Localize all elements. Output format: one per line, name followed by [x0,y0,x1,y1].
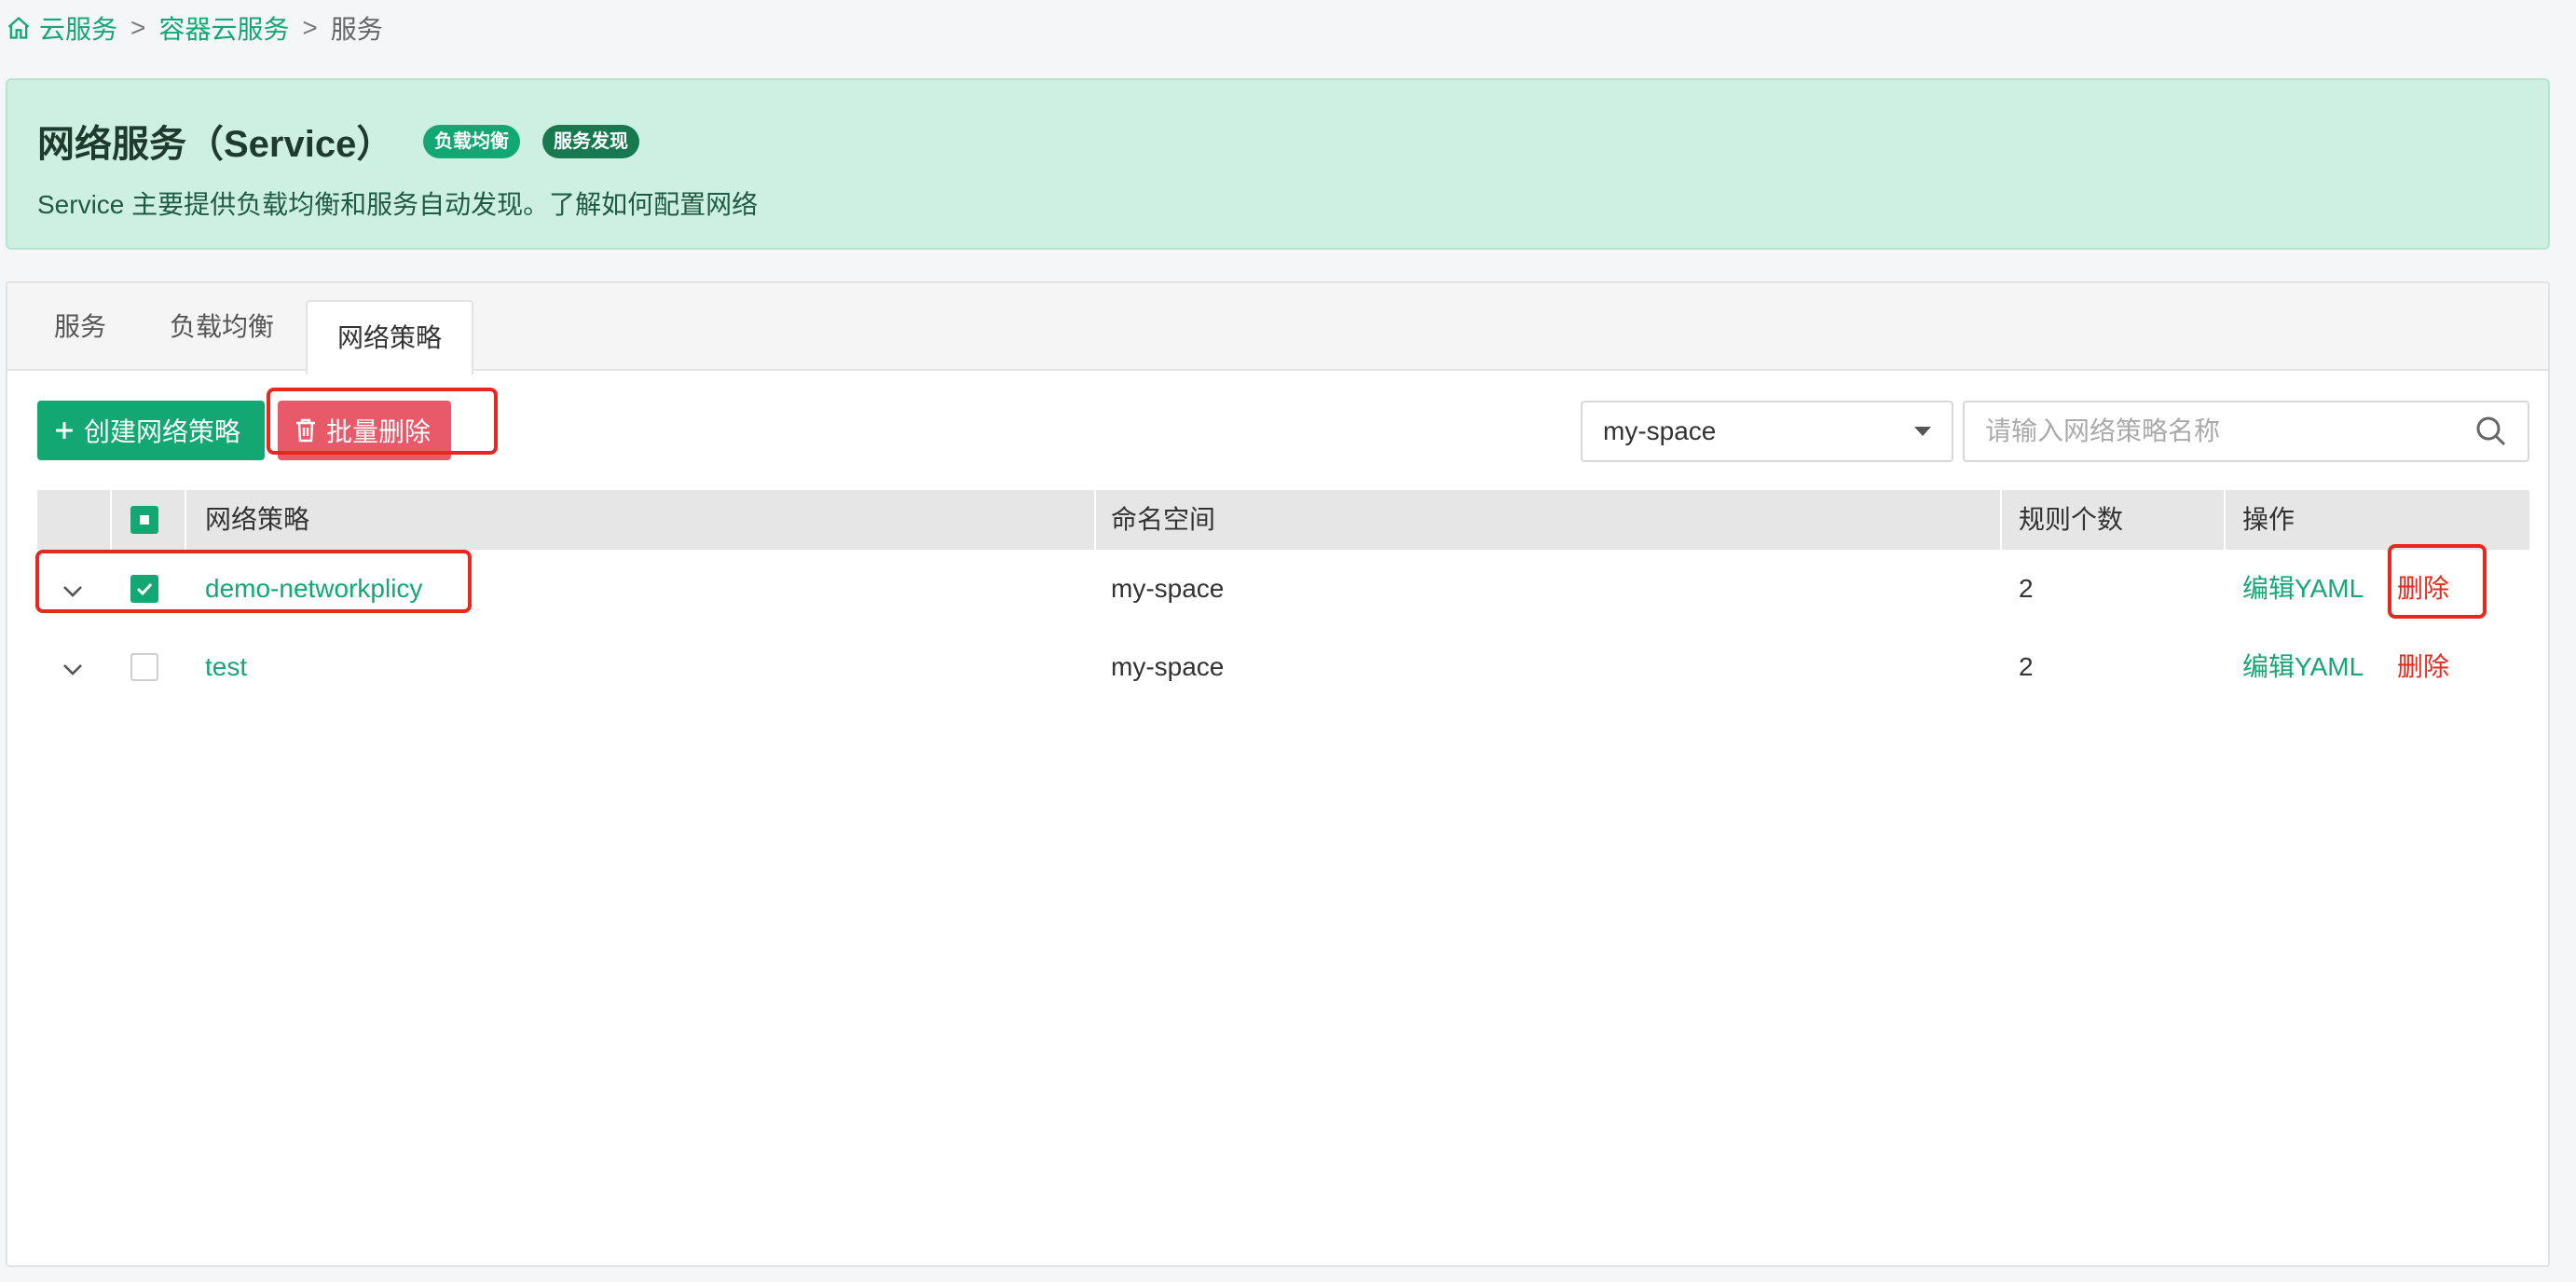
row-checkbox[interactable] [130,653,158,681]
delete-link[interactable]: 删除 [2397,628,2449,706]
policy-name-link[interactable]: test [205,628,247,706]
breadcrumb-separator: > [130,13,146,42]
delete-link[interactable]: 删除 [2397,550,2449,628]
batch-delete-label: 批量删除 [326,417,432,446]
table-row: test my-space 2 编辑YAML 删除 [37,628,2529,706]
breadcrumb-current: 服务 [330,15,383,44]
home-icon[interactable] [6,15,32,41]
column-divider [185,490,186,550]
column-divider [2000,490,2002,550]
page-title: 网络服务（Service） [37,124,394,165]
tab-network-policy[interactable]: 网络策略 [306,300,474,375]
rule-count-cell: 2 [2019,652,2034,681]
table-row: demo-networkplicy my-space 2 编辑YAML 删除 [37,550,2529,628]
header-network-policy: 网络策略 [205,505,310,534]
table-header: 网络策略 命名空间 规则个数 操作 [37,490,2529,550]
batch-delete-button[interactable]: 批量删除 [278,401,451,460]
chevron-down-icon[interactable] [62,580,84,602]
tab-bar: 服务 负载均衡 网络策略 [7,283,2548,375]
badge-service-discovery: 服务发现 [542,125,639,158]
breadcrumb: 云服务 > 容器云服务 > 服务 [6,7,383,48]
plus-icon [56,422,73,439]
namespace-select[interactable]: my-space [1581,401,1953,462]
check-icon [136,582,153,596]
create-network-policy-button[interactable]: 创建网络策略 [37,401,265,460]
banner-description: Service 主要提供负载均衡和服务自动发现。了解如何配置网络 [37,190,759,219]
chevron-down-icon[interactable] [62,658,84,680]
header-rule-count: 规则个数 [2019,505,2124,534]
tab-load-balance[interactable]: 负载均衡 [170,283,274,371]
caret-down-icon [1914,427,1931,436]
search-input[interactable] [1963,401,2529,462]
column-divider [1094,490,1096,550]
badge-load-balance: 负载均衡 [423,125,520,158]
breadcrumb-separator: > [302,13,318,42]
namespace-cell: my-space [1111,574,1225,603]
row-checkbox[interactable] [130,575,158,603]
header-operations: 操作 [2242,505,2295,534]
column-divider [2224,490,2226,550]
policy-name-link[interactable]: demo-networkplicy [205,550,422,628]
breadcrumb-cloud-service[interactable]: 云服务 [39,9,117,47]
breadcrumb-container-cloud[interactable]: 容器云服务 [158,9,289,47]
edit-yaml-link[interactable]: 编辑YAML [2242,628,2364,706]
namespace-cell: my-space [1111,652,1225,681]
select-all-checkbox[interactable] [130,506,158,534]
search-icon[interactable] [2475,416,2507,447]
info-banner: 网络服务（Service） 负载均衡 服务发现 Service 主要提供负载均衡… [6,78,2550,250]
column-divider [110,490,112,550]
trash-icon [296,418,315,443]
header-namespace: 命名空间 [1111,505,1216,534]
create-button-label: 创建网络策略 [84,417,241,446]
tab-service[interactable]: 服务 [54,283,106,371]
rule-count-cell: 2 [2019,574,2034,603]
edit-yaml-link[interactable]: 编辑YAML [2242,550,2364,628]
namespace-select-value: my-space [1603,416,1717,445]
main-panel: 服务 负载均衡 网络策略 创建网络策略 批量删除 my-space 网络策略 命… [6,281,2550,1267]
